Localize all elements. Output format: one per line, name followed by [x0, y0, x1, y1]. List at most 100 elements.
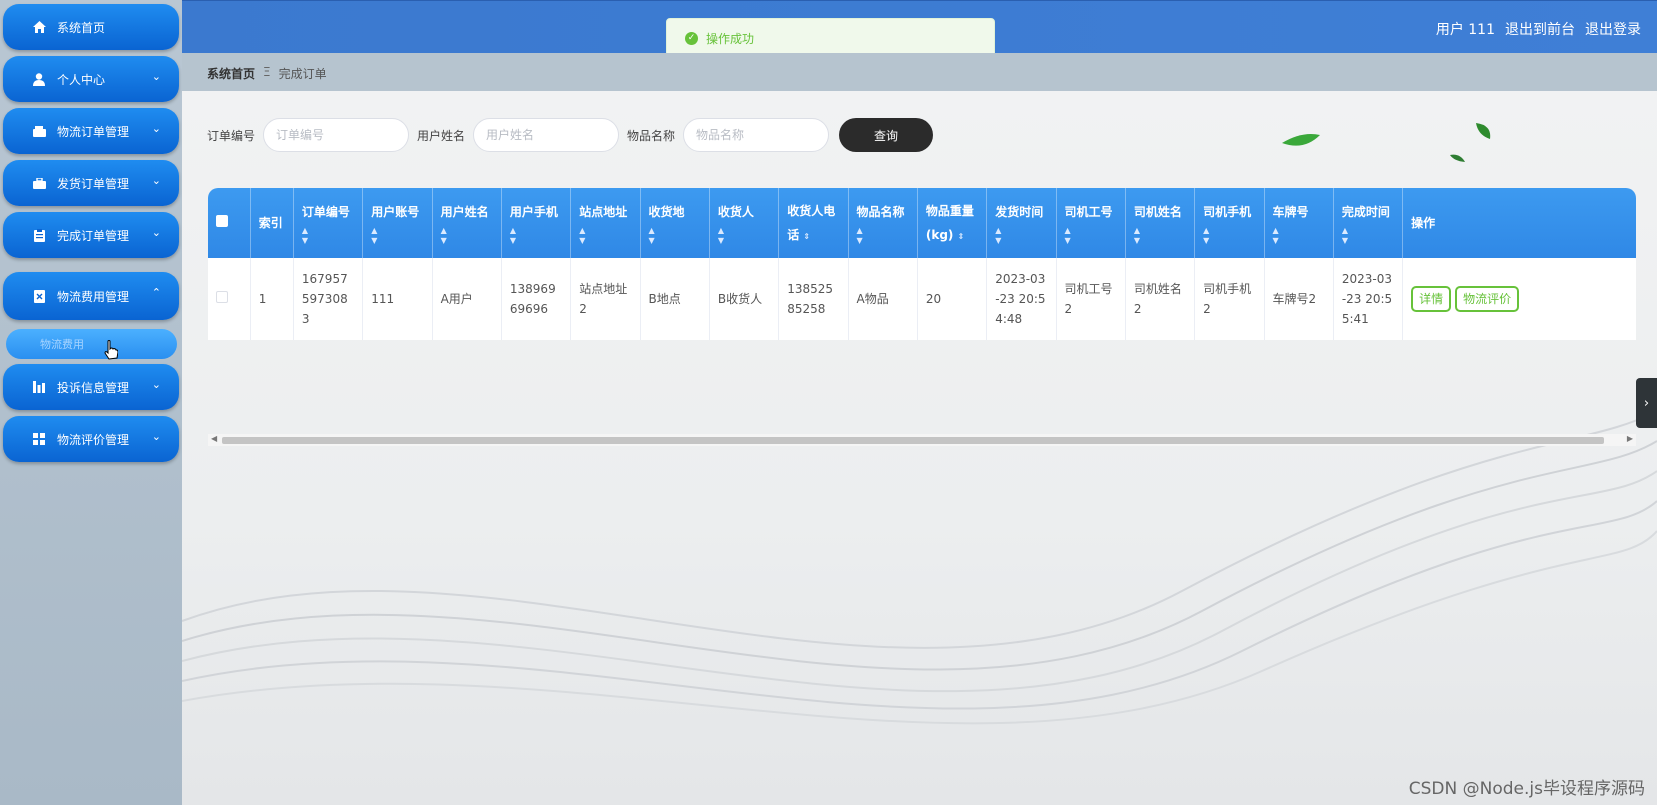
- sort-icon[interactable]: ▲ ▼: [1134, 226, 1186, 246]
- scroll-right-icon[interactable]: ▶: [1627, 434, 1633, 443]
- row-select-cell: [208, 258, 251, 340]
- order-no-label: 订单编号: [207, 128, 256, 143]
- scrollbar-thumb[interactable]: [222, 437, 1604, 444]
- logout-link[interactable]: 退出登录: [1585, 19, 1641, 39]
- toast-message: 操作成功: [706, 31, 755, 46]
- wallet-icon: [31, 123, 47, 139]
- sidebar-item-fees[interactable]: 物流费用管理 ⌃: [3, 272, 179, 320]
- column-header[interactable]: 司机姓名 ▲ ▼: [1125, 188, 1196, 258]
- user-name-input[interactable]: [473, 118, 620, 152]
- column-header-label: 订单编号: [301, 205, 350, 219]
- sort-icon[interactable]: ▲ ▼: [371, 226, 423, 246]
- column-header-label: 发货时间: [995, 205, 1044, 219]
- sort-icon[interactable]: ⇕: [803, 232, 810, 241]
- column-header[interactable]: 用户手机 ▲ ▼: [501, 188, 572, 258]
- user-name-label: 用户姓名: [417, 128, 466, 143]
- chevron-down-icon: ⌄: [151, 430, 161, 443]
- sort-icon[interactable]: ▲ ▼: [857, 226, 909, 246]
- sidebar-item-label: 系统首页: [57, 20, 106, 35]
- column-header-label: 收货人: [717, 205, 754, 219]
- breadcrumb-home[interactable]: 系统首页: [207, 65, 255, 82]
- right-panel-toggle[interactable]: ›: [1636, 378, 1657, 428]
- breadcrumb-bar: 系统首页 Ξ 完成订单: [182, 53, 1657, 91]
- table-horizontal-scrollbar[interactable]: ◀ ▶: [208, 434, 1636, 446]
- column-header[interactable]: 司机手机 ▲ ▼: [1194, 188, 1265, 258]
- column-header-label: 站点地址: [579, 205, 628, 219]
- sidebar-item-complaints[interactable]: 投诉信息管理 ⌄: [3, 364, 179, 410]
- column-header-label: 用户账号: [371, 205, 420, 219]
- table-row: 1 1679575973083 111 A用户 13896969696 站点地址…: [208, 258, 1636, 340]
- column-header[interactable]: 物品重量(kg) ⇕: [917, 188, 988, 258]
- column-header-label: 司机工号: [1064, 205, 1113, 219]
- leaf-decoration-icon: [1450, 154, 1465, 162]
- sidebar-item-label: 物流费用管理: [57, 289, 130, 304]
- column-header[interactable]: 司机工号 ▲ ▼: [1056, 188, 1126, 258]
- sidebar-item-label: 个人中心: [57, 72, 106, 87]
- cell-driver-no: 司机工号2: [1056, 258, 1126, 340]
- breadcrumb: 系统首页 Ξ 完成订单: [207, 65, 327, 82]
- sidebar-item-ship-orders[interactable]: 发货订单管理 ⌄: [3, 160, 179, 206]
- sort-icon[interactable]: ▲ ▼: [1065, 226, 1117, 246]
- user-name: 用户 111: [1435, 22, 1495, 38]
- sidebar-item-personal[interactable]: 个人中心 ⌄: [3, 56, 179, 102]
- sort-icon[interactable]: ▲ ▼: [1342, 226, 1394, 246]
- sort-icon[interactable]: ▲ ▼: [718, 226, 770, 246]
- column-header-label: 司机姓名: [1133, 205, 1182, 219]
- select-all-checkbox[interactable]: [216, 215, 228, 227]
- home-icon: [31, 19, 47, 35]
- sidebar-item-logistics-orders[interactable]: 物流订单管理 ⌄: [3, 108, 179, 154]
- column-header[interactable]: 收货人 ▲ ▼: [709, 188, 780, 258]
- column-header[interactable]: 完成时间 ▲ ▼: [1333, 188, 1404, 258]
- sort-icon[interactable]: ▲ ▼: [1273, 226, 1325, 246]
- search-button[interactable]: 查询: [839, 118, 934, 152]
- review-button[interactable]: 物流评价: [1455, 286, 1520, 312]
- leaf-decoration-icon: [1282, 134, 1320, 146]
- breadcrumb-current: 完成订单: [278, 67, 327, 81]
- cell-item: A物品: [848, 258, 918, 340]
- sort-icon[interactable]: ▲ ▼: [579, 226, 631, 246]
- sort-icon[interactable]: ▲ ▼: [649, 226, 701, 246]
- sort-icon[interactable]: ▲ ▼: [510, 226, 562, 246]
- sort-icon[interactable]: ⇕: [958, 232, 965, 241]
- chevron-down-icon: ⌄: [151, 174, 161, 187]
- chevron-up-icon: ⌃: [151, 286, 161, 299]
- back-to-front-link[interactable]: 退出到前台: [1505, 19, 1575, 39]
- column-header[interactable]: 订单编号 ▲ ▼: [293, 188, 364, 258]
- orders-table: 索引 订单编号 ▲ ▼ 用户账号 ▲ ▼ 用户姓名 ▲ ▼ 用户手机 ▲ ▼ 站点地址 ▲ ▼ 收货…: [208, 188, 1636, 340]
- column-header[interactable]: 用户账号 ▲ ▼: [362, 188, 433, 258]
- sort-icon[interactable]: ▲ ▼: [995, 226, 1047, 246]
- row-checkbox[interactable]: [216, 291, 228, 303]
- item-name-input[interactable]: [683, 118, 830, 152]
- detail-button[interactable]: 详情: [1411, 286, 1452, 312]
- sort-icon[interactable]: ▲ ▼: [441, 226, 493, 246]
- sidebar: 系统首页 个人中心 ⌄ 物流订单管理 ⌄ 发货订单管理 ⌄ 完成订单管理 ⌄ 物…: [0, 0, 182, 805]
- scroll-left-icon[interactable]: ◀: [211, 434, 217, 443]
- sidebar-item-home[interactable]: 系统首页: [3, 4, 179, 50]
- column-header[interactable]: 物品名称 ▲ ▼: [848, 188, 918, 258]
- submenu-item-fees[interactable]: 物流费用: [6, 329, 177, 359]
- column-header[interactable]: 用户姓名 ▲ ▼: [432, 188, 502, 258]
- sidebar-item-label: 完成订单管理: [57, 228, 130, 243]
- column-header[interactable]: 站点地址 ▲ ▼: [570, 188, 641, 258]
- column-header[interactable]: 发货时间 ▲ ▼: [986, 188, 1057, 258]
- column-header[interactable]: 收货地 ▲ ▼: [640, 188, 710, 258]
- sort-icon[interactable]: ▲ ▼: [1203, 226, 1255, 246]
- select-all-cell: [208, 188, 251, 258]
- order-no-input[interactable]: [263, 118, 410, 152]
- briefcase-icon: [31, 175, 47, 191]
- clipboard-icon: [31, 227, 47, 243]
- column-header-label: 物品重量(kg): [925, 204, 974, 242]
- sidebar-item-label: 物流评价管理: [57, 432, 130, 447]
- column-header[interactable]: 收货人电话 ⇕: [778, 188, 849, 258]
- cell-user-name: A用户: [432, 258, 502, 340]
- table-header-row: 索引 订单编号 ▲ ▼ 用户账号 ▲ ▼ 用户姓名 ▲ ▼ 用户手机 ▲ ▼ 站点地址 ▲ ▼ 收货…: [208, 188, 1636, 258]
- check-circle-icon: ✓: [685, 31, 698, 45]
- sidebar-item-done-orders[interactable]: 完成订单管理 ⌄: [3, 212, 179, 258]
- sort-icon[interactable]: ▲ ▼: [302, 226, 354, 246]
- background-wave: [182, 410, 1657, 725]
- cell-account: 111: [362, 258, 433, 340]
- sidebar-item-reviews[interactable]: 物流评价管理 ⌄: [3, 416, 179, 462]
- search-bar: 订单编号 用户姓名 物品名称 查询: [207, 118, 934, 152]
- cell-driver-phone: 司机手机2: [1194, 258, 1265, 340]
- column-header[interactable]: 车牌号 ▲ ▼: [1264, 188, 1334, 258]
